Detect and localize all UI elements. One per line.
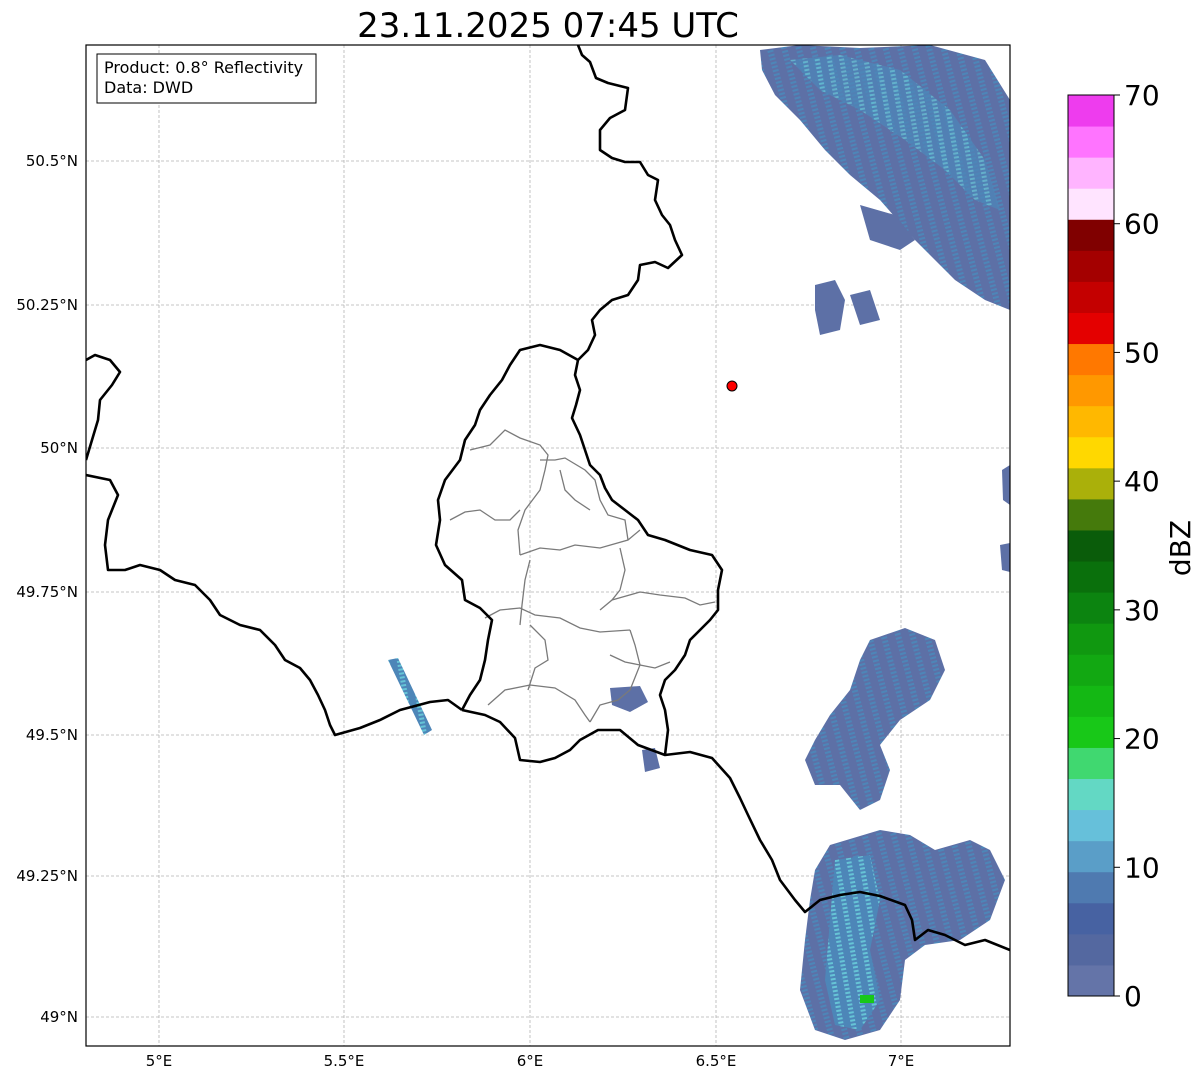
colorbar-cell xyxy=(1068,654,1114,686)
colorbar-cell xyxy=(1068,467,1114,500)
colorbar-cell xyxy=(1068,312,1114,345)
lon-tick-label: 7°E xyxy=(888,1052,915,1070)
colorbar-cell xyxy=(1068,685,1114,717)
info-box: Product: 0.8° Reflectivity Data: DWD xyxy=(96,53,317,104)
colorbar-cell xyxy=(1068,436,1114,469)
colorbar-tick-label: 40 xyxy=(1124,465,1160,498)
map-panel[interactable]: Product: 0.8° Reflectivity Data: DWD xyxy=(85,44,1011,1047)
lon-tick-label: 5°E xyxy=(146,1052,173,1070)
colorbar-cell xyxy=(1068,964,1114,997)
colorbar-ticks: 0 10 20 30 40 50 60 70 xyxy=(1114,79,1160,1013)
colorbar-cell xyxy=(1068,250,1114,282)
colorbar-cell xyxy=(1068,592,1114,624)
lat-tick-label: 49.75°N xyxy=(16,583,78,601)
colorbar-tick-label: 70 xyxy=(1124,79,1160,112)
colorbar-cell xyxy=(1068,716,1114,748)
lat-tick-label: 50.25°N xyxy=(16,296,78,314)
colorbar-cell xyxy=(1068,281,1114,313)
info-data-source: Data: DWD xyxy=(104,78,193,97)
colorbar-cell xyxy=(1068,405,1114,438)
lon-tick-label: 5.5°E xyxy=(324,1052,365,1070)
colorbar-cell xyxy=(1068,126,1114,158)
lat-tick-labels: 50.5°N 50.25°N 50°N 49.75°N 49.5°N 49.25… xyxy=(16,152,78,1026)
colorbar-tick-label: 20 xyxy=(1124,723,1160,756)
colorbar-tick-label: 60 xyxy=(1124,208,1160,241)
colorbar-cell xyxy=(1068,343,1114,376)
radar-site-marker[interactable] xyxy=(726,380,738,392)
colorbar-cell xyxy=(1068,778,1114,811)
colorbar-cell xyxy=(1068,933,1114,966)
echo-east-edge xyxy=(1002,465,1010,505)
lat-tick-label: 49.5°N xyxy=(26,726,78,744)
lat-tick-label: 50°N xyxy=(40,439,78,457)
colorbar-cell xyxy=(1068,840,1114,873)
lon-tick-label: 6.5°E xyxy=(696,1052,737,1070)
colorbar-cell xyxy=(1068,623,1114,655)
colorbar-cell xyxy=(1068,871,1114,904)
colorbar-tick-label: 10 xyxy=(1124,851,1160,884)
lon-tick-labels: 5°E 5.5°E 6°E 6.5°E 7°E xyxy=(146,1052,915,1070)
info-product: Product: 0.8° Reflectivity xyxy=(104,58,303,77)
colorbar-cell xyxy=(1068,561,1114,593)
colorbar-cell xyxy=(1068,219,1114,251)
colorbar-tick-label: 30 xyxy=(1124,594,1160,627)
colorbar-cells xyxy=(1068,95,1114,997)
colorbar-cell xyxy=(1068,188,1114,220)
lat-tick-label: 50.5°N xyxy=(26,152,78,170)
lon-tick-label: 6°E xyxy=(517,1052,544,1070)
colorbar-cell xyxy=(1068,902,1114,935)
colorbar-cell xyxy=(1068,374,1114,407)
colorbar-cell xyxy=(1068,747,1114,780)
colorbar-cell xyxy=(1068,157,1114,189)
echo-southeast-strong xyxy=(860,995,874,1003)
lat-tick-label: 49°N xyxy=(40,1008,78,1026)
colorbar-label: dBZ xyxy=(1164,520,1197,576)
colorbar-tick-label: 0 xyxy=(1124,980,1142,1013)
colorbar-cell xyxy=(1068,529,1114,562)
colorbar-cell xyxy=(1068,809,1114,842)
colorbar: 0 10 20 30 40 50 60 70 dBZ xyxy=(1067,79,1197,1013)
colorbar-tick-label: 50 xyxy=(1124,336,1160,369)
colorbar-cell xyxy=(1068,498,1114,531)
colorbar-cell xyxy=(1068,95,1114,127)
map-title: 23.11.2025 07:45 UTC xyxy=(357,6,739,46)
lat-tick-label: 49.25°N xyxy=(16,867,78,885)
